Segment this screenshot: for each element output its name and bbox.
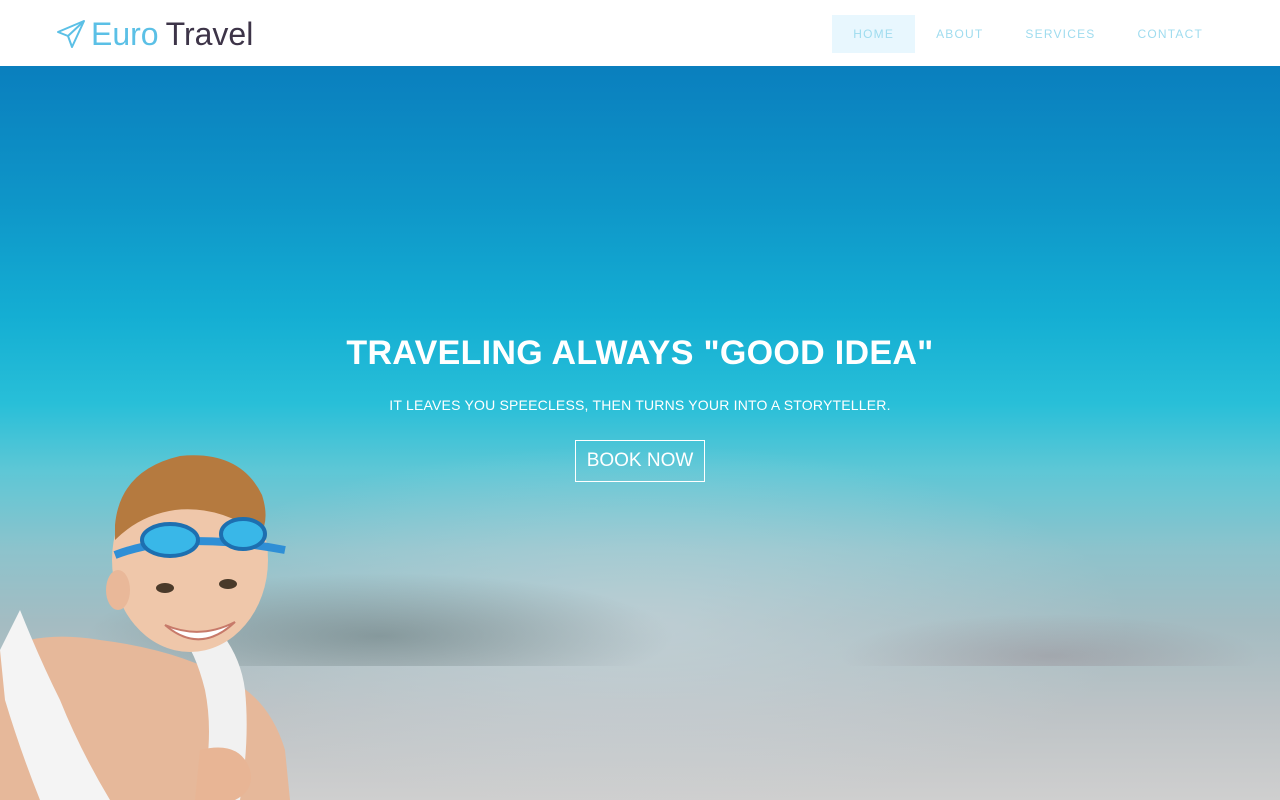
brand-name-euro: Euro — [91, 15, 159, 52]
nav-item-home[interactable]: HOME — [832, 15, 916, 53]
hero-title-bold: TRAVELING — [346, 334, 543, 372]
nav-item-about[interactable]: ABOUT — [915, 15, 1004, 53]
hero-title-rest: ALWAYS "GOOD IDEA" — [551, 334, 934, 372]
main-nav: HOME ABOUT SERVICES CONTACT — [832, 15, 1224, 53]
brand-name-travel: Travel — [165, 15, 254, 52]
site-header: Euro Travel HOME ABOUT SERVICES CONTACT — [0, 0, 1280, 66]
hero-subtitle: IT LEAVES YOU SPEECLESS, THEN TURNS YOUR… — [389, 397, 891, 413]
nav-item-contact[interactable]: CONTACT — [1116, 15, 1224, 53]
book-now-button[interactable]: BOOK NOW — [575, 440, 705, 482]
hero-section: TRAVELING ALWAYS "GOOD IDEA" IT LEAVES Y… — [0, 66, 1280, 800]
nav-item-services[interactable]: SERVICES — [1004, 15, 1116, 53]
hero-title: TRAVELING ALWAYS "GOOD IDEA" — [0, 334, 1280, 373]
brand-logo[interactable]: Euro Travel — [56, 12, 253, 56]
boy-illustration — [0, 455, 290, 800]
paper-plane-icon — [56, 19, 86, 49]
